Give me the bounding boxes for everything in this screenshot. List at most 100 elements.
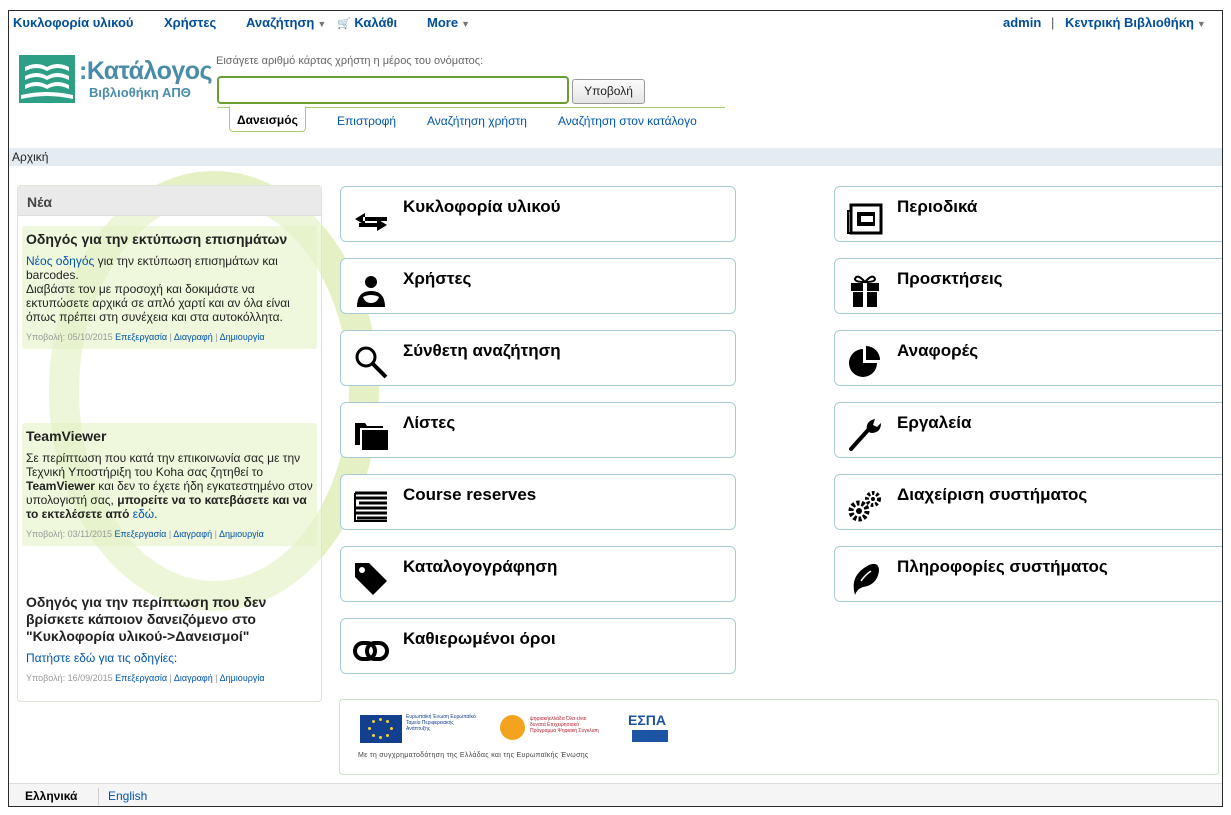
tile-serials[interactable]: Περιοδικά bbox=[834, 186, 1222, 242]
news-panel: Νέα Οδηγός για την εκτύπωση επισημάτων Ν… bbox=[17, 185, 322, 702]
chevron-down-icon: ▼ bbox=[1196, 19, 1206, 29]
koha-staff-home: Κυκλοφορία υλικού Χρήστες Αναζήτηση ▼ 🛒 Κ… bbox=[8, 10, 1223, 807]
tab-catalog-search[interactable]: Αναζήτηση στον κατάλογο bbox=[558, 114, 697, 128]
new-link[interactable]: Δημιουργία bbox=[219, 529, 264, 539]
language-bar: Ελληνικά English bbox=[9, 783, 1222, 806]
user-icon bbox=[357, 276, 385, 307]
news-body: Νέος οδηγός για την εκτύπωση επισημάτων … bbox=[26, 254, 313, 324]
book-logo-icon bbox=[19, 55, 75, 103]
news-link[interactable]: Πατήστε εδώ για τις οδηγίες: bbox=[26, 651, 177, 665]
digital-greece-logo bbox=[500, 715, 525, 740]
tab-checkin[interactable]: Επιστροφή bbox=[337, 114, 396, 128]
tile-label: Κυκλοφορία υλικού bbox=[403, 197, 561, 216]
delete-link[interactable]: Διαγραφή bbox=[174, 673, 213, 683]
news-date: Υποβολή: 05/10/2015 bbox=[26, 332, 113, 342]
newspaper-icon bbox=[847, 203, 883, 235]
news-text: . bbox=[154, 507, 158, 521]
tile-label: Διαχείριση συστήματος bbox=[897, 485, 1088, 504]
gears-icon bbox=[848, 491, 881, 522]
nav-more[interactable]: More ▼ bbox=[427, 15, 470, 30]
pie-chart-icon bbox=[849, 346, 880, 377]
news-meta: Υποβολή: 16/09/2015 Επεξεργασία | Διαγρα… bbox=[26, 673, 265, 683]
logo-subtitle: Βιβλιοθήκη ΑΠΘ bbox=[89, 85, 191, 100]
new-link[interactable]: Δημιουργία bbox=[220, 673, 265, 683]
delete-link[interactable]: Διαγραφή bbox=[174, 332, 213, 342]
delete-link[interactable]: Διαγραφή bbox=[173, 529, 212, 539]
tile-advanced-search[interactable]: Σύνθετη αναζήτηση bbox=[340, 330, 736, 386]
patron-card-input[interactable] bbox=[217, 76, 569, 104]
language-english[interactable]: English bbox=[108, 789, 147, 803]
edit-link[interactable]: Επεξεργασία bbox=[115, 529, 167, 539]
tile-about[interactable]: Πληροφορίες συστήματος bbox=[834, 546, 1222, 602]
cart-icon: 🛒 bbox=[337, 18, 351, 30]
nav-patrons[interactable]: Χρήστες bbox=[164, 15, 216, 30]
search-prompt: Εισάγετε αριθμό κάρτας χρήστη η μέρος το… bbox=[216, 55, 484, 67]
tile-course-reserves[interactable]: Course reserves bbox=[340, 474, 736, 530]
tile-acquisitions[interactable]: Προσκτήσεις bbox=[834, 258, 1222, 314]
tile-label: Εργαλεία bbox=[897, 413, 972, 432]
news-date: Υποβολή: 16/09/2015 bbox=[26, 673, 113, 683]
wrench-icon bbox=[849, 419, 881, 451]
funding-caption: Με τη συγχρηματοδότηση της Ελλάδας και τ… bbox=[358, 752, 589, 759]
nav-search-label: Αναζήτηση bbox=[246, 15, 315, 30]
submit-button[interactable]: Υποβολή bbox=[572, 79, 645, 104]
nav-separator: | bbox=[1051, 15, 1055, 30]
tile-label: Καταλογογράφηση bbox=[403, 557, 558, 576]
tile-tools[interactable]: Εργαλεία bbox=[834, 402, 1222, 458]
news-body: Πατήστε εδώ για τις οδηγίες: bbox=[26, 651, 313, 665]
library-logo[interactable]: :Κατάλογος Βιβλιοθήκη ΑΠΘ bbox=[19, 53, 213, 108]
tile-reports[interactable]: Αναφορές bbox=[834, 330, 1222, 386]
news-link[interactable]: Νέος οδηγός bbox=[26, 254, 94, 268]
eu-funding-banner: Ευρωπαϊκή Ένωση Ευρωπαϊκό Ταμείο Περιφερ… bbox=[339, 699, 1219, 775]
espa-logo-mark bbox=[632, 730, 668, 742]
espa-logo: ΕΣΠΑ bbox=[628, 712, 666, 728]
tile-label: Course reserves bbox=[403, 485, 537, 504]
tile-label: Αναφορές bbox=[897, 341, 979, 360]
language-divider bbox=[98, 788, 99, 805]
edit-link[interactable]: Επεξεργασία bbox=[115, 673, 167, 683]
koha-leaf-icon bbox=[853, 563, 879, 595]
eu-logo-text: Ευρωπαϊκή Ένωση Ευρωπαϊκό Ταμείο Περιφερ… bbox=[406, 714, 476, 732]
digital-greece-text: ψηφιακήελλάδα Όλα είναι δυνατά Επιχειρησ… bbox=[530, 716, 599, 734]
news-item: Οδηγός για την εκτύπωση επισημάτων Νέος … bbox=[22, 226, 317, 349]
tile-patrons[interactable]: Χρήστες bbox=[340, 258, 736, 314]
gift-icon bbox=[851, 275, 879, 307]
news-item: Οδηγός για την περίπτωση που δεν βρίσκετ… bbox=[22, 589, 317, 690]
chevron-down-icon: ▼ bbox=[317, 19, 327, 29]
search-icon bbox=[355, 346, 388, 379]
nav-library[interactable]: Κεντρική Βιβλιοθήκη ▼ bbox=[1065, 15, 1206, 30]
news-title: TeamViewer bbox=[26, 428, 107, 444]
tile-authorities[interactable]: Καθιερωμένοι όροι bbox=[340, 618, 736, 674]
news-text: Διαβάστε τον με προσοχή και δοκιμάστε να… bbox=[26, 282, 290, 324]
eu-flag-logo bbox=[360, 715, 402, 743]
tile-label: Χρήστες bbox=[403, 269, 472, 288]
breadcrumb[interactable]: Αρχική bbox=[9, 148, 1222, 166]
tab-patron-search[interactable]: Αναζήτηση χρήστη bbox=[427, 114, 527, 128]
tile-label: Καθιερωμένοι όροι bbox=[403, 629, 556, 648]
tile-lists[interactable]: Λίστες bbox=[340, 402, 736, 458]
tile-cataloging[interactable]: Καταλογογράφηση bbox=[340, 546, 736, 602]
tile-circulation[interactable]: Κυκλοφορία υλικού bbox=[340, 186, 736, 242]
nav-circulation[interactable]: Κυκλοφορία υλικού bbox=[13, 15, 133, 30]
nav-search[interactable]: Αναζήτηση ▼ bbox=[246, 15, 326, 30]
tile-label: Σύνθετη αναζήτηση bbox=[403, 341, 561, 360]
tile-label: Πληροφορίες συστήματος bbox=[897, 557, 1108, 576]
news-link[interactable]: εδώ bbox=[133, 507, 154, 521]
nav-cart[interactable]: 🛒 Καλάθι bbox=[337, 15, 397, 30]
news-text: Σε περίπτωση που κατά την επικοινωνία σα… bbox=[26, 451, 301, 479]
nav-user[interactable]: admin bbox=[1003, 15, 1041, 30]
edit-link[interactable]: Επεξεργασία bbox=[115, 332, 167, 342]
news-title: Οδηγός για την περίπτωση που δεν βρίσκετ… bbox=[26, 594, 267, 644]
tile-label: Λίστες bbox=[403, 413, 456, 432]
arrows-exchange-icon bbox=[355, 213, 387, 231]
news-text: TeamViewer bbox=[26, 479, 95, 493]
new-link[interactable]: Δημιουργία bbox=[220, 332, 265, 342]
news-body: Σε περίπτωση που κατά την επικοινωνία σα… bbox=[26, 451, 313, 521]
logo-title-text: Κατάλογος bbox=[86, 57, 213, 85]
tile-administration[interactable]: Διαχείριση συστήματος bbox=[834, 474, 1222, 530]
link-icon bbox=[353, 641, 389, 661]
books-icon bbox=[354, 491, 387, 522]
tab-checkout[interactable]: Δανεισμός bbox=[229, 106, 306, 132]
nav-more-label: More bbox=[427, 15, 459, 30]
language-current: Ελληνικά bbox=[25, 789, 78, 803]
